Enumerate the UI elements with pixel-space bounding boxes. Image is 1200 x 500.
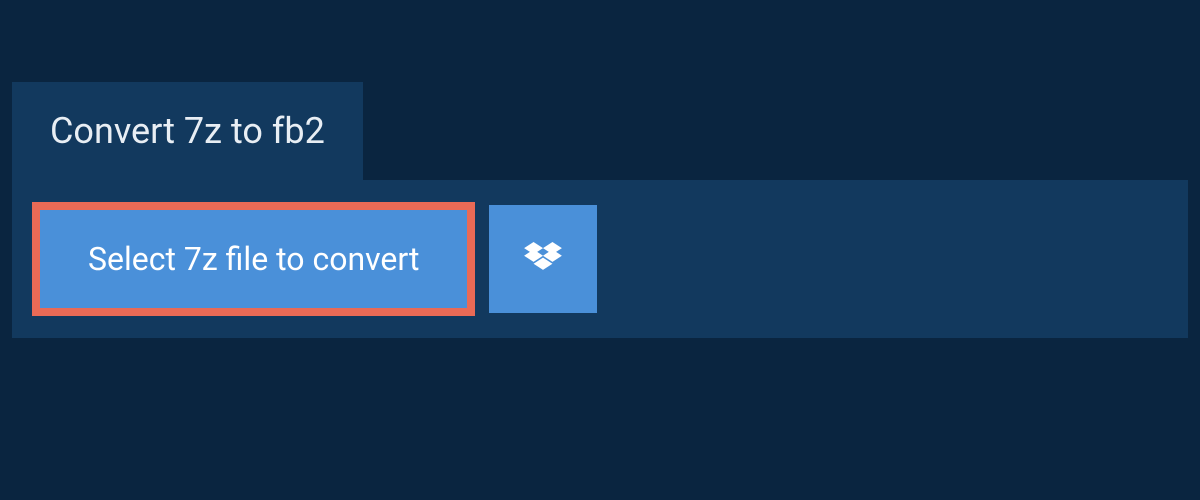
tab-header: Convert 7z to fb2 xyxy=(12,82,363,180)
page-title: Convert 7z to fb2 xyxy=(50,110,325,152)
select-file-button[interactable]: Select 7z file to convert xyxy=(32,202,475,316)
dropbox-icon xyxy=(524,242,562,276)
select-file-label: Select 7z file to convert xyxy=(88,240,419,278)
dropbox-button[interactable] xyxy=(489,205,597,313)
content-panel: Select 7z file to convert xyxy=(12,180,1188,338)
